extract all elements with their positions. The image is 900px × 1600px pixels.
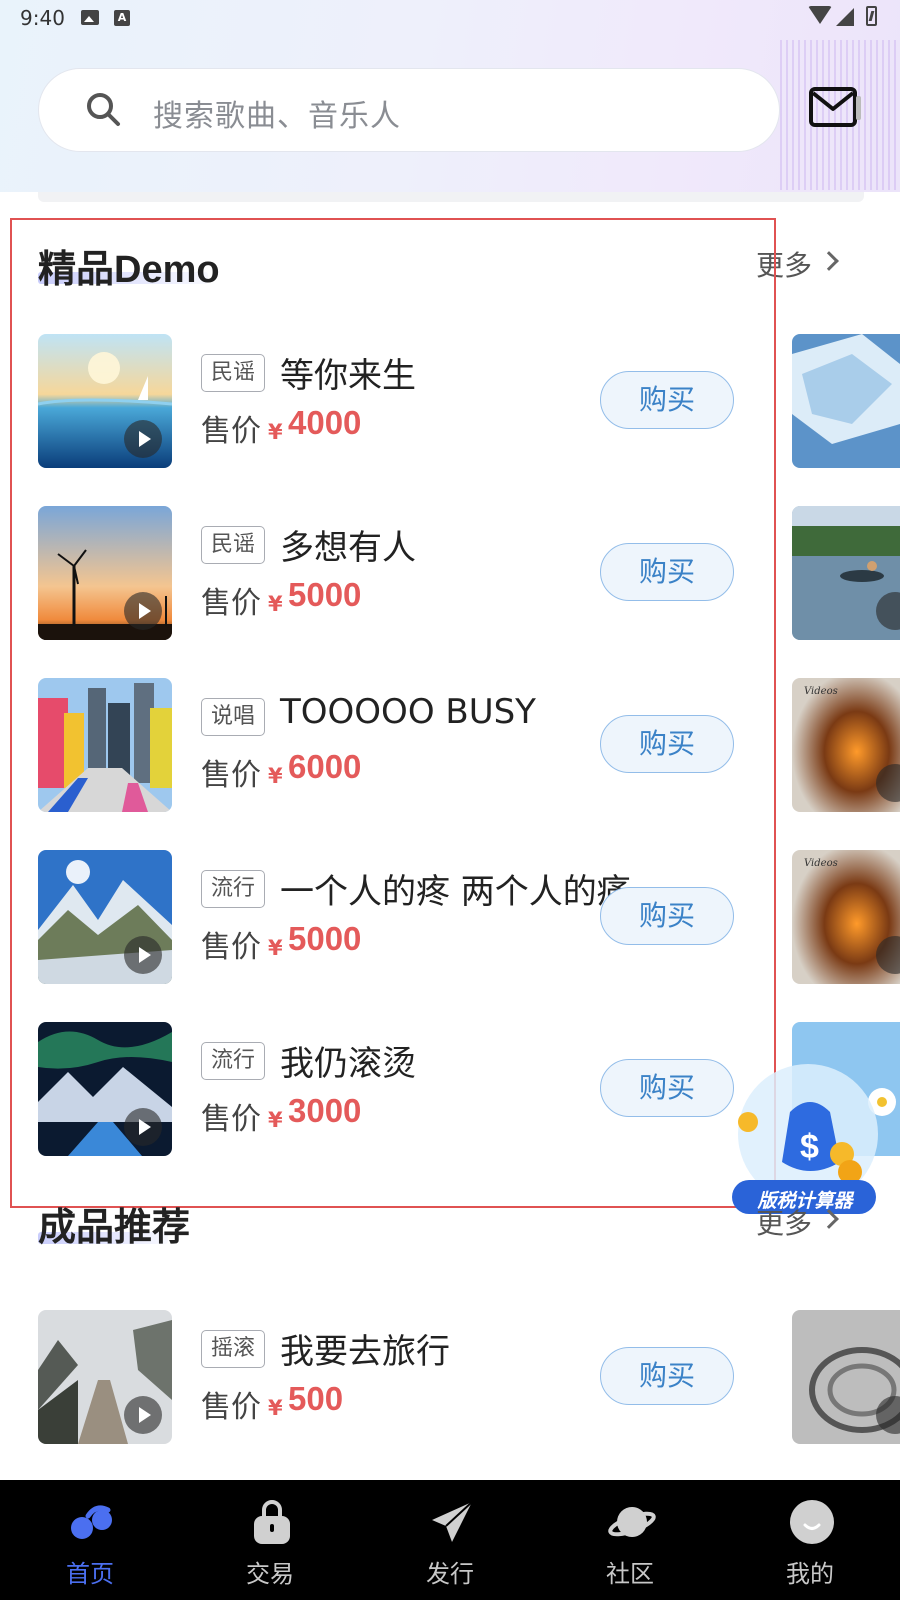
gallery-notification-icon bbox=[81, 10, 99, 25]
tab-label: 我的 bbox=[786, 1560, 834, 1588]
chevron-right-icon[interactable] bbox=[819, 251, 839, 271]
buy-button[interactable]: 购买 bbox=[600, 543, 734, 601]
song-row[interactable]: 民谣 等你来生 售价 ¥ 4000 购买 bbox=[38, 334, 778, 468]
section-title-featured: 精品Demo bbox=[38, 249, 220, 291]
price-label: 售价 bbox=[201, 1102, 261, 1137]
song-title: 等你来生 bbox=[280, 356, 416, 396]
price-currency: ¥ bbox=[268, 936, 283, 960]
price-label: 售价 bbox=[201, 1390, 261, 1425]
search-placeholder: 搜索歌曲、音乐人 bbox=[153, 99, 401, 134]
header: 9:40 A 搜索歌曲、音乐人 bbox=[0, 0, 900, 192]
song-title: 多想有人 bbox=[280, 528, 416, 568]
bottom-tab-bar: 首页 交易 发行 社区 我的 bbox=[0, 1480, 900, 1600]
price-value: 5000 bbox=[288, 576, 362, 613]
carousel-next-cover[interactable]: Videos bbox=[792, 678, 900, 812]
carousel-next-cover[interactable] bbox=[792, 334, 900, 468]
tab-trade[interactable]: 交易 bbox=[180, 1480, 360, 1600]
cover-image[interactable] bbox=[38, 334, 172, 468]
genre-tag: 说唱 bbox=[201, 698, 266, 736]
tab-community[interactable]: 社区 bbox=[540, 1480, 720, 1600]
tab-label: 发行 bbox=[426, 1560, 474, 1588]
song-title: 我要去旅行 bbox=[280, 1332, 450, 1372]
svg-text:$: $ bbox=[800, 1128, 819, 1166]
genre-tag: 摇滚 bbox=[201, 1330, 266, 1368]
cell-signal-icon bbox=[836, 8, 854, 26]
price-currency: ¥ bbox=[268, 592, 283, 616]
song-title: 一个人的疼 两个人的痛 bbox=[280, 872, 631, 912]
price-value: 500 bbox=[288, 1380, 344, 1417]
carousel-next-cover[interactable] bbox=[792, 506, 900, 640]
price-value: 5000 bbox=[288, 920, 362, 957]
royalty-calculator-widget[interactable]: $ 版税计算器 bbox=[730, 1062, 880, 1222]
play-icon[interactable] bbox=[124, 420, 162, 458]
home-icon bbox=[71, 1505, 112, 1539]
bag-icon bbox=[254, 1500, 290, 1544]
tab-mine[interactable]: 我的 bbox=[720, 1480, 900, 1600]
font-notification-icon: A bbox=[114, 10, 130, 26]
tab-home[interactable]: 首页 bbox=[0, 1480, 180, 1600]
status-time: 9:40 bbox=[20, 6, 65, 30]
banner-edge bbox=[38, 192, 864, 202]
tab-release[interactable]: 发行 bbox=[360, 1480, 540, 1600]
play-icon[interactable] bbox=[124, 1108, 162, 1146]
buy-button[interactable]: 购买 bbox=[600, 1347, 734, 1405]
song-row[interactable]: 说唱 TOOOOO BUSY 售价 ¥ 6000 购买 bbox=[38, 678, 778, 812]
genre-tag: 民谣 bbox=[201, 354, 266, 392]
price-value: 6000 bbox=[288, 748, 362, 785]
carousel-next-cover[interactable] bbox=[792, 1310, 900, 1444]
search-icon bbox=[87, 93, 120, 126]
price-currency: ¥ bbox=[268, 764, 283, 788]
song-row[interactable]: 流行 一个人的疼 两个人的痛 售价 ¥ 5000 购买 bbox=[38, 850, 778, 984]
price-currency: ¥ bbox=[268, 1396, 283, 1420]
price-value: 4000 bbox=[288, 404, 362, 441]
wifi-icon bbox=[808, 6, 832, 24]
play-icon[interactable] bbox=[124, 936, 162, 974]
cover-image[interactable] bbox=[38, 1310, 172, 1444]
price-label: 售价 bbox=[201, 930, 261, 965]
price-label: 售价 bbox=[201, 586, 261, 621]
play-icon[interactable] bbox=[124, 1396, 162, 1434]
song-row[interactable]: 流行 我仍滚烫 售价 ¥ 3000 购买 bbox=[38, 1022, 778, 1156]
buy-button[interactable]: 购买 bbox=[600, 371, 734, 429]
status-bar: 9:40 A bbox=[0, 0, 900, 38]
svg-text:Videos: Videos bbox=[804, 858, 838, 869]
carousel-next-cover[interactable]: Videos bbox=[792, 850, 900, 984]
song-row[interactable]: 民谣 多想有人 售价 ¥ 5000 购买 bbox=[38, 506, 778, 640]
smile-icon bbox=[790, 1500, 834, 1544]
mail-icon[interactable] bbox=[808, 86, 862, 130]
svg-text:Videos: Videos bbox=[804, 686, 838, 697]
price-label: 售价 bbox=[201, 758, 261, 793]
buy-button[interactable]: 购买 bbox=[600, 1059, 734, 1117]
tab-label: 首页 bbox=[66, 1560, 114, 1588]
tab-label: 社区 bbox=[606, 1560, 654, 1588]
more-link-finished[interactable]: 更多 bbox=[756, 1202, 812, 1242]
buy-button[interactable]: 购买 bbox=[600, 887, 734, 945]
tab-label: 交易 bbox=[246, 1560, 294, 1588]
planet-icon bbox=[608, 1507, 656, 1537]
search-input[interactable]: 搜索歌曲、音乐人 bbox=[38, 68, 780, 152]
cover-image[interactable] bbox=[38, 1022, 172, 1156]
song-row[interactable]: 摇滚 我要去旅行 售价 ¥ 500 购买 bbox=[38, 1310, 778, 1444]
song-title: 我仍滚烫 bbox=[280, 1044, 416, 1084]
cover-image[interactable] bbox=[38, 678, 172, 812]
genre-tag: 流行 bbox=[201, 1042, 266, 1080]
genre-tag: 民谣 bbox=[201, 526, 266, 564]
song-title: TOOOOO BUSY bbox=[280, 692, 536, 732]
cover-image[interactable] bbox=[38, 506, 172, 640]
play-icon[interactable] bbox=[124, 592, 162, 630]
buy-button[interactable]: 购买 bbox=[600, 715, 734, 773]
paper-plane-icon bbox=[432, 1501, 473, 1542]
more-link-featured[interactable]: 更多 bbox=[756, 244, 812, 284]
genre-tag: 流行 bbox=[201, 870, 266, 908]
battery-icon bbox=[866, 6, 877, 26]
price-currency: ¥ bbox=[268, 420, 283, 444]
cover-image[interactable] bbox=[38, 850, 172, 984]
price-label: 售价 bbox=[201, 414, 261, 449]
price-value: 3000 bbox=[288, 1092, 362, 1129]
price-currency: ¥ bbox=[268, 1108, 283, 1132]
section-title-finished: 成品推荐 bbox=[38, 1207, 191, 1249]
